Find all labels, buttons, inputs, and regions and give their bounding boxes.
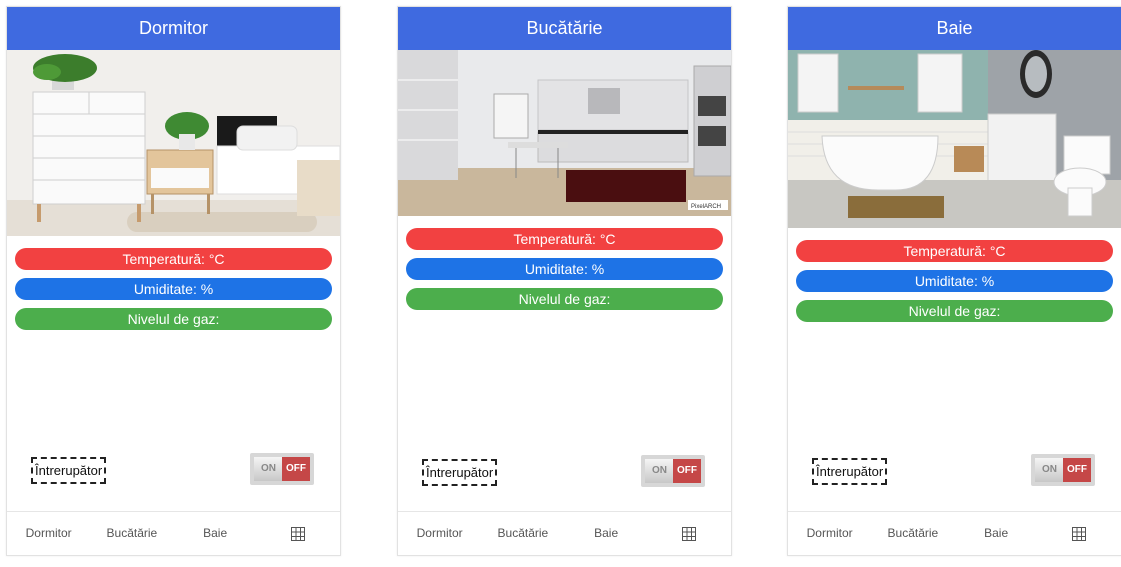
nav-item-dormitor[interactable]: Dormitor: [398, 512, 481, 555]
room-panel-bucatarie: Bucătărie PixelARCH Temperatură: °C Umid…: [397, 6, 732, 556]
gas-level-badge: Nivelul de gaz:: [406, 288, 723, 310]
power-toggle[interactable]: ON OFF: [641, 455, 705, 487]
bathroom-photo: [788, 50, 1121, 228]
nav-item-baie[interactable]: Baie: [565, 512, 648, 555]
nav-item-bucatarie[interactable]: Bucătărie: [871, 512, 954, 555]
toggle-on-label: ON: [1035, 458, 1064, 482]
gas-level-badge: Nivelul de gaz:: [796, 300, 1113, 322]
page-title: Dormitor: [7, 7, 340, 50]
grid-icon: [1072, 526, 1087, 541]
page-title: Bucătărie: [398, 7, 731, 50]
room-panel-dormitor: Dormitor Temperatură: °C Umiditate: % Ni…: [6, 6, 341, 556]
switch-label[interactable]: Întrerupător: [422, 459, 498, 486]
nav-item-grid[interactable]: [648, 512, 731, 555]
kitchen-photo: PixelARCH: [398, 50, 731, 216]
toggle-off-label: OFF: [1063, 458, 1091, 482]
room-panel-baie: Baie Temperatură: °C Umiditate: % Nivelu…: [787, 6, 1121, 556]
temperature-badge: Temperatură: °C: [406, 228, 723, 250]
toggle-on-label: ON: [645, 459, 674, 483]
page-title: Baie: [788, 7, 1121, 50]
bottom-nav: Dormitor Bucătărie Baie: [398, 511, 731, 555]
switch-row: Întrerupător ON OFF: [7, 453, 340, 489]
gas-level-badge: Nivelul de gaz:: [15, 308, 332, 330]
nav-item-dormitor[interactable]: Dormitor: [788, 512, 871, 555]
toggle-off-label: OFF: [673, 459, 701, 483]
bedroom-photo: [7, 50, 340, 236]
grid-icon: [682, 526, 697, 541]
temperature-badge: Temperatură: °C: [15, 248, 332, 270]
bottom-nav: Dormitor Bucătărie Baie: [788, 511, 1121, 555]
nav-item-dormitor[interactable]: Dormitor: [7, 512, 90, 555]
power-toggle[interactable]: ON OFF: [1031, 454, 1095, 486]
nav-item-bucatarie[interactable]: Bucătărie: [90, 512, 173, 555]
bottom-nav: Dormitor Bucătărie Baie: [7, 511, 340, 555]
temperature-badge: Temperatură: °C: [796, 240, 1113, 262]
switch-row: Întrerupător ON OFF: [788, 454, 1121, 490]
photo-watermark: PixelARCH: [691, 204, 721, 210]
nav-item-bucatarie[interactable]: Bucătărie: [481, 512, 564, 555]
power-toggle[interactable]: ON OFF: [250, 453, 314, 485]
switch-label[interactable]: Întrerupător: [812, 458, 888, 485]
toggle-off-label: OFF: [282, 457, 310, 481]
humidity-badge: Umiditate: %: [406, 258, 723, 280]
grid-icon: [291, 526, 306, 541]
nav-item-baie[interactable]: Baie: [174, 512, 257, 555]
toggle-on-label: ON: [254, 457, 283, 481]
nav-item-grid[interactable]: [1038, 512, 1121, 555]
nav-item-grid[interactable]: [257, 512, 340, 555]
humidity-badge: Umiditate: %: [796, 270, 1113, 292]
switch-row: Întrerupător ON OFF: [398, 455, 731, 491]
humidity-badge: Umiditate: %: [15, 278, 332, 300]
switch-label[interactable]: Întrerupător: [31, 457, 107, 484]
nav-item-baie[interactable]: Baie: [955, 512, 1038, 555]
